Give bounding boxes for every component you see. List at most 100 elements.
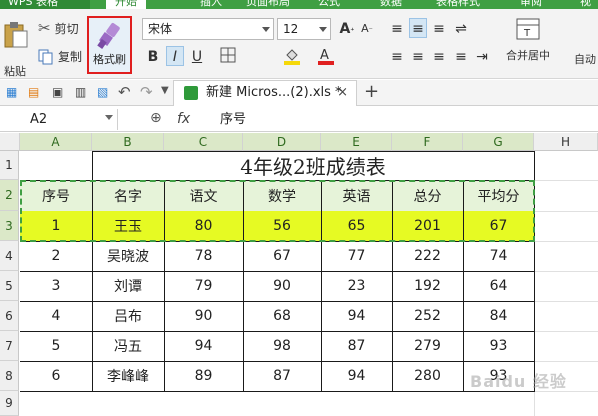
table-cell[interactable]: 74 [463, 241, 534, 271]
auto-wrap-button[interactable]: 自动 [574, 51, 596, 67]
table-cell[interactable]: 222 [392, 241, 463, 271]
column-header-h[interactable]: H [534, 133, 598, 151]
print-icon[interactable]: ▣ [52, 85, 63, 99]
table-cell[interactable]: 冯五 [92, 331, 164, 361]
undo-icon[interactable]: ↶ [118, 83, 131, 101]
column-header-g[interactable]: G [463, 133, 534, 151]
indent-button[interactable]: ⇥ [473, 47, 491, 67]
column-header-c[interactable]: C [164, 133, 243, 151]
add-tab-icon[interactable]: + [364, 81, 379, 102]
tab-page-layout[interactable]: 页面布局 [246, 0, 290, 9]
align-center-button[interactable]: ≡ [409, 47, 427, 67]
bold-button[interactable]: B [144, 47, 162, 67]
table-cell[interactable]: 279 [392, 331, 463, 361]
font-name-select[interactable]: 宋体 [142, 18, 274, 40]
tab-review[interactable]: 审阅 [520, 0, 542, 9]
redo-icon[interactable]: ↷ [140, 83, 153, 101]
table-cell[interactable]: 98 [243, 331, 321, 361]
cut-button[interactable]: ✂ 剪切 [38, 19, 79, 37]
table-cell[interactable]: 94 [164, 331, 243, 361]
table-cell[interactable]: 吴晓波 [92, 241, 164, 271]
name-box[interactable]: A2 [0, 109, 118, 130]
zoom-icon[interactable]: ⊕ [150, 110, 162, 126]
table-cell[interactable]: 6 [20, 361, 92, 391]
table-cell[interactable]: 192 [392, 271, 463, 301]
table-cell[interactable]: 93 [463, 331, 534, 361]
column-header-a[interactable]: A [20, 133, 92, 151]
column-header-f[interactable]: F [392, 133, 463, 151]
preview-icon[interactable]: ▥ [75, 85, 86, 99]
underline-button[interactable]: U [188, 47, 206, 67]
row-header-6[interactable]: 6 [0, 301, 19, 331]
italic-button[interactable]: I [166, 46, 184, 66]
table-cell[interactable]: 280 [392, 361, 463, 391]
open-icon[interactable]: ▤ [28, 85, 39, 99]
table-cell[interactable]: 94 [321, 361, 392, 391]
column-header-e[interactable]: E [321, 133, 392, 151]
row-header-9[interactable]: 9 [0, 391, 19, 416]
copy-button[interactable]: 复制 [38, 48, 82, 65]
table-cell[interactable]: 94 [321, 301, 392, 331]
row-header-5[interactable]: 5 [0, 271, 19, 301]
table-cell[interactable]: 90 [243, 271, 321, 301]
merge-center-button[interactable]: T 合并居中 [506, 17, 550, 63]
tab-table-style[interactable]: 表格样式 [436, 0, 480, 9]
align-bottom-button[interactable]: ≡ [430, 19, 448, 39]
table-cell[interactable]: 89 [164, 361, 243, 391]
table-cell[interactable]: 4 [20, 301, 92, 331]
table-cell[interactable]: 87 [243, 361, 321, 391]
chevron-down-icon[interactable] [105, 115, 113, 120]
spellcheck-icon[interactable]: ▧ [97, 85, 108, 99]
table-cell[interactable]: 79 [164, 271, 243, 301]
table-cell[interactable]: 李峰峰 [92, 361, 164, 391]
table-cell[interactable]: 87 [321, 331, 392, 361]
table-cell[interactable]: 3 [20, 271, 92, 301]
tab-start[interactable]: 开始 [106, 0, 146, 9]
tab-formula[interactable]: 公式 [318, 0, 340, 9]
table-cell[interactable]: 5 [20, 331, 92, 361]
fill-color-button[interactable] [278, 47, 306, 67]
table-cell[interactable]: 刘谭 [92, 271, 164, 301]
font-size-select[interactable]: 12 [277, 18, 331, 40]
orientation-button[interactable]: ⇌ [452, 19, 470, 39]
table-cell[interactable]: 90 [164, 301, 243, 331]
tab-insert[interactable]: 插入 [200, 0, 222, 9]
row-header-4[interactable]: 4 [0, 241, 19, 271]
select-all-corner[interactable] [0, 133, 20, 151]
close-icon[interactable]: × [337, 81, 348, 105]
formula-input[interactable]: 序号 [220, 109, 246, 130]
table-cell[interactable]: 68 [243, 301, 321, 331]
grow-font-button[interactable]: A⁺ [338, 19, 356, 39]
paste-button[interactable]: 粘贴 [2, 21, 28, 79]
table-cell[interactable]: 23 [321, 271, 392, 301]
shrink-font-button[interactable]: A⁻ [358, 19, 376, 39]
font-color-button[interactable]: A [312, 47, 340, 67]
border-button[interactable] [214, 47, 242, 67]
row-header-2[interactable]: 2 [0, 180, 19, 211]
table-cell[interactable]: 78 [164, 241, 243, 271]
align-middle-button[interactable]: ≡ [409, 18, 427, 38]
column-header-d[interactable]: D [243, 133, 321, 151]
row-header-3[interactable]: 3 [0, 211, 19, 241]
table-cell[interactable]: 吕布 [92, 301, 164, 331]
table-cell[interactable]: 2 [20, 241, 92, 271]
table-cell[interactable]: 77 [321, 241, 392, 271]
column-header-b[interactable]: B [92, 133, 164, 151]
table-cell[interactable]: 252 [392, 301, 463, 331]
save-icon[interactable]: ▦ [6, 85, 17, 99]
sheet-title[interactable]: 4年级2班成绩表 [92, 151, 534, 180]
table-cell[interactable]: 67 [243, 241, 321, 271]
quick-access-dropdown-icon[interactable]: ▼ [161, 85, 169, 96]
fx-icon[interactable]: fx [177, 109, 190, 130]
format-painter-button[interactable]: 格式刷 [87, 16, 132, 74]
row-header-8[interactable]: 8 [0, 361, 19, 391]
table-cell[interactable]: 64 [463, 271, 534, 301]
document-tab[interactable]: 新建 Micros...(2).xls * × [173, 80, 357, 106]
table-cell[interactable]: 84 [463, 301, 534, 331]
tab-view[interactable]: 视 [580, 0, 591, 9]
tab-data[interactable]: 数据 [380, 0, 402, 9]
align-left-button[interactable]: ≡ [388, 47, 406, 67]
align-right-button[interactable]: ≡ [430, 47, 448, 67]
align-top-button[interactable]: ≡ [388, 19, 406, 39]
row-header-7[interactable]: 7 [0, 331, 19, 361]
